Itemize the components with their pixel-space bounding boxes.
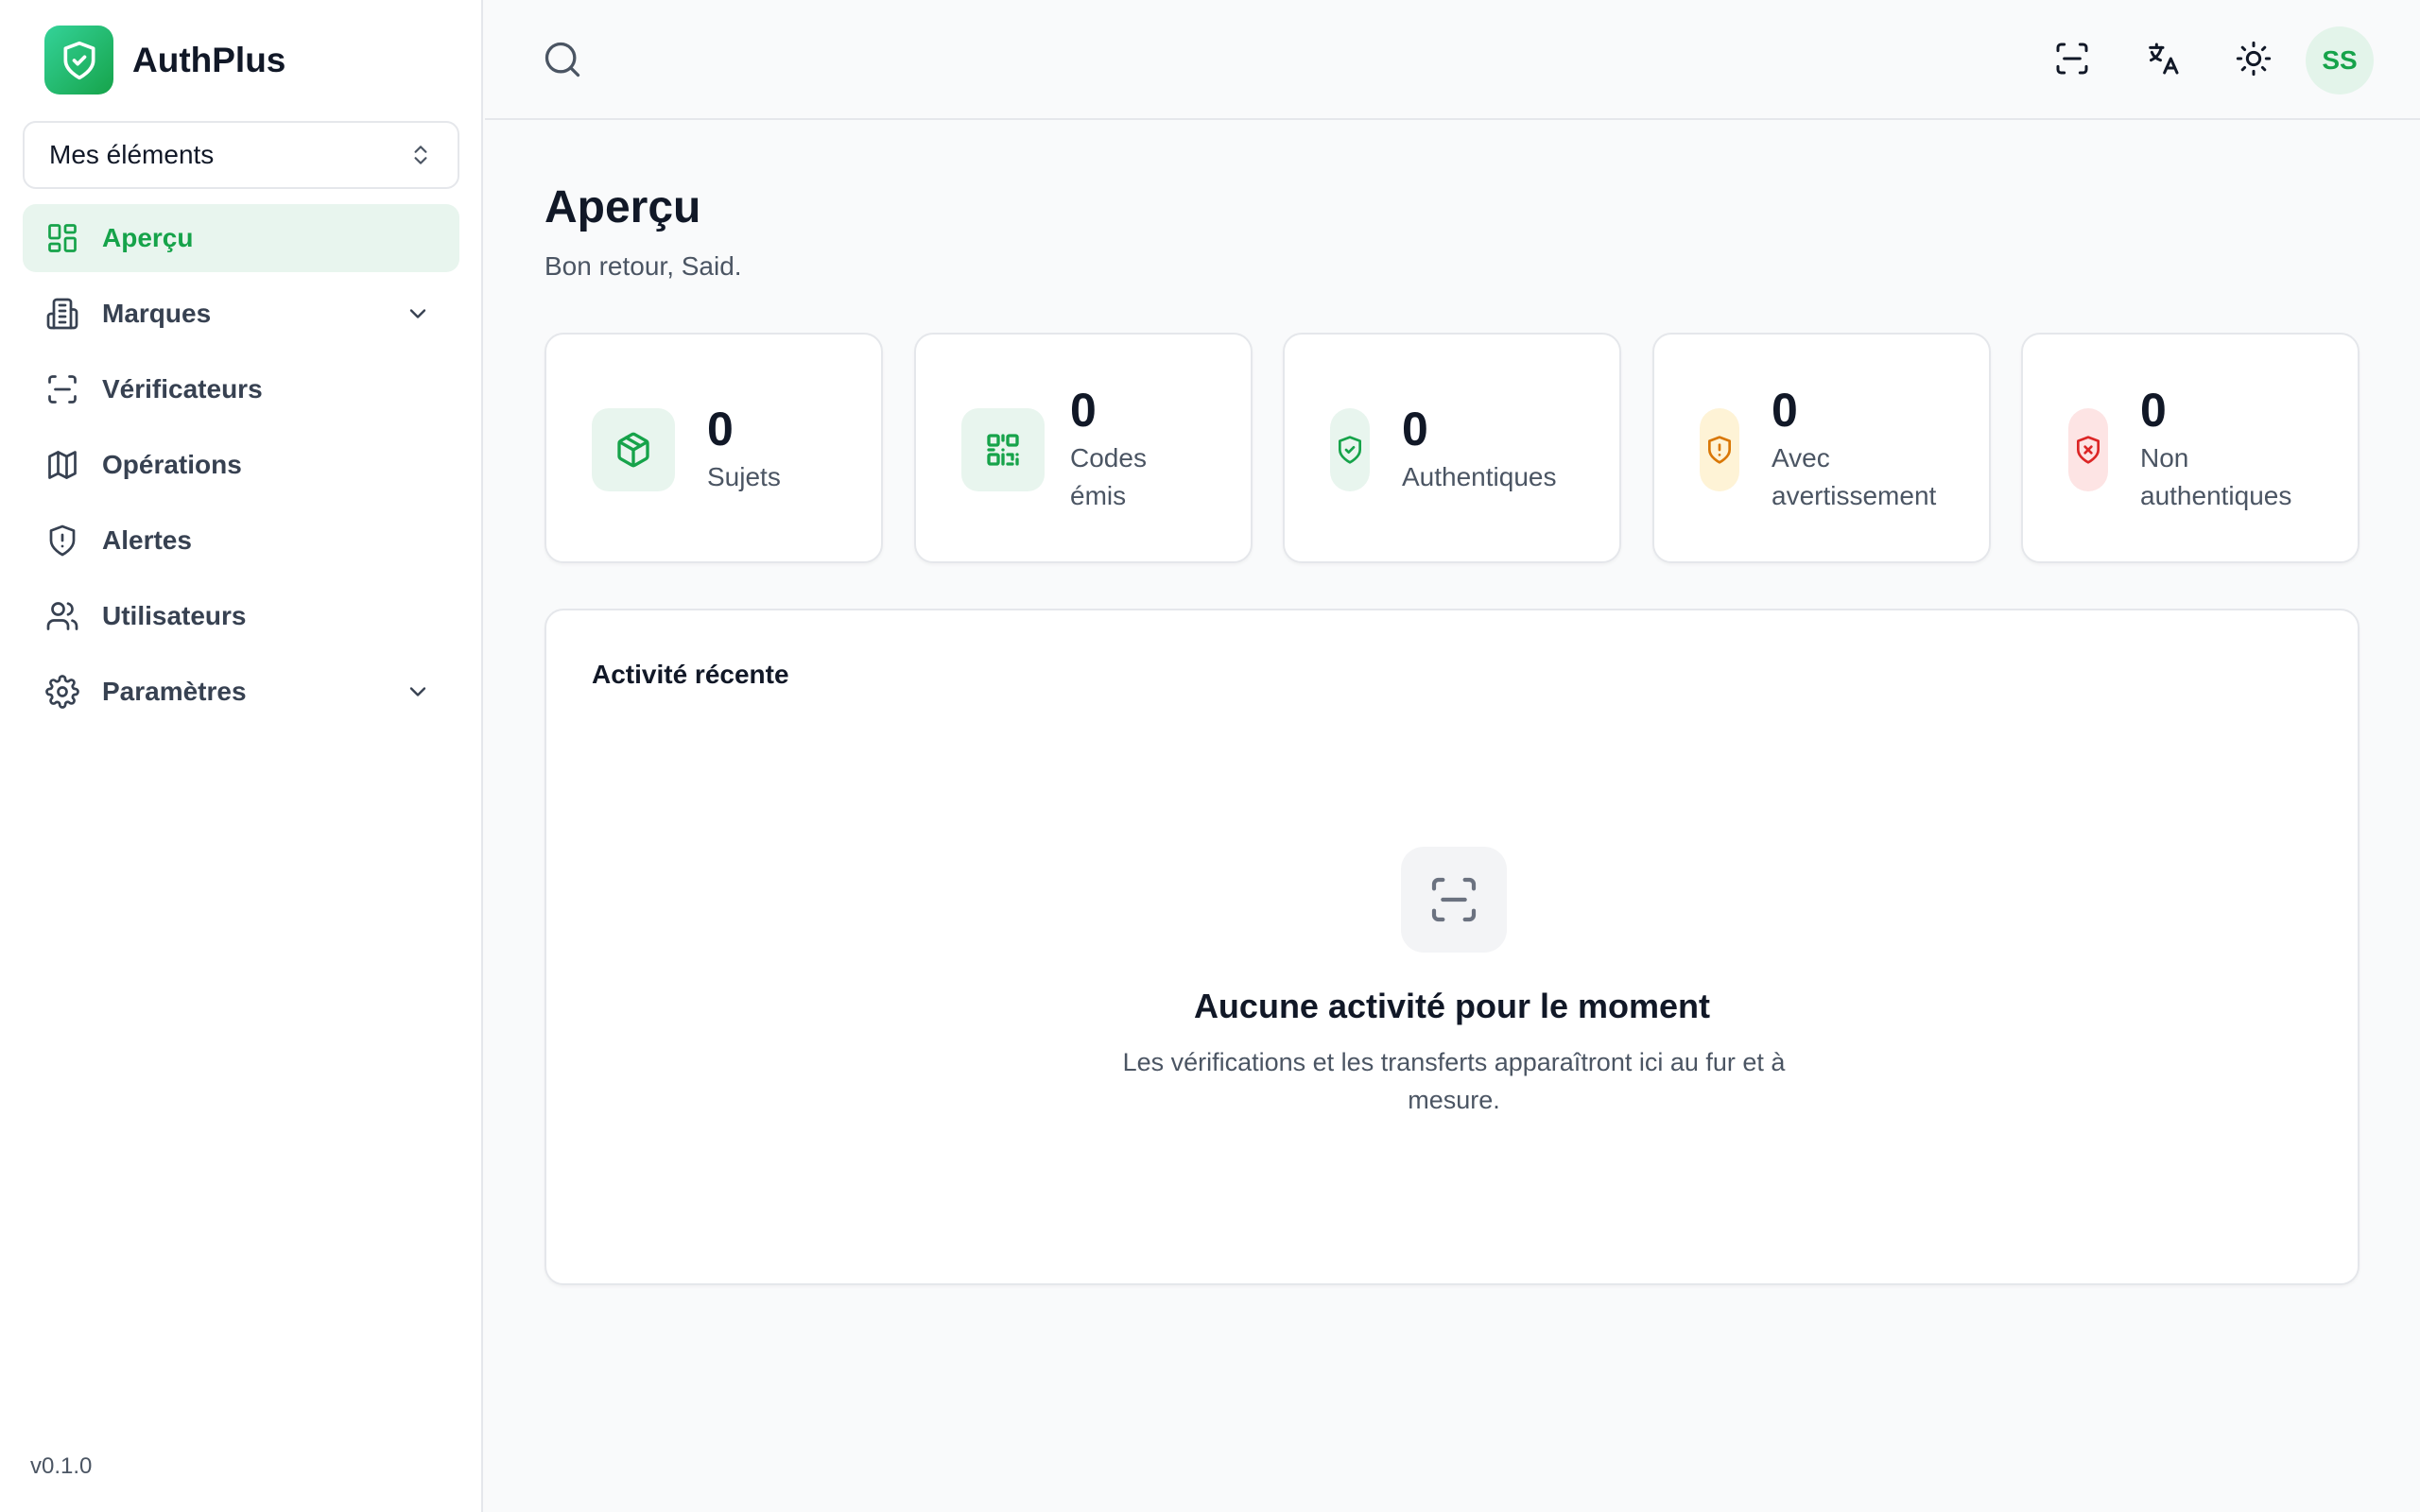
page-subtitle: Bon retour, Said. — [544, 251, 742, 281]
sidebar-item-label: Marques — [102, 299, 212, 328]
stat-label: Sujets — [707, 462, 781, 491]
shield-check-logo-icon — [44, 26, 113, 94]
search-icon[interactable] — [542, 39, 583, 80]
workspace-selector[interactable]: Mes éléments — [23, 121, 459, 189]
stat-text: 0 Sujets — [707, 335, 781, 565]
top-bar: SS — [485, 0, 2420, 120]
sidebar-item-parametres[interactable]: Paramètres — [23, 658, 459, 726]
workspace-label: Mes éléments — [49, 140, 215, 169]
users-icon — [45, 599, 79, 633]
chevron-down-icon[interactable] — [405, 301, 431, 327]
sidebar-item-apercu[interactable]: Aperçu — [23, 204, 459, 272]
stat-card-avec-avertissement: 0 Avec avertissement — [1652, 333, 1991, 563]
stat-label: Authentiques — [1402, 462, 1557, 491]
scan-icon — [45, 372, 79, 406]
recent-activity-card: Activité récente Aucune activité pour le… — [544, 609, 2360, 1285]
sidebar-item-utilisateurs[interactable]: Utilisateurs — [23, 582, 459, 650]
scan-icon — [1401, 847, 1507, 953]
shield-alert-icon — [1700, 408, 1739, 491]
brand[interactable]: AuthPlus — [44, 26, 285, 94]
sidebar-item-label: Opérations — [102, 450, 242, 479]
stat-text: 0 Avec avertissement — [1772, 335, 1936, 565]
sidebar-item-label: Vérificateurs — [102, 374, 263, 404]
stat-value: 0 — [1070, 384, 1097, 437]
package-icon — [592, 408, 675, 491]
app-version: v0.1.0 — [30, 1453, 93, 1479]
sidebar-item-alertes[interactable]: Alertes — [23, 507, 459, 575]
sun-icon[interactable] — [2235, 40, 2273, 77]
gear-icon — [45, 675, 79, 709]
stat-card-sujets: 0 Sujets — [544, 333, 883, 563]
avatar[interactable]: SS — [2306, 26, 2374, 94]
stat-text: 0 Codes émis — [1070, 335, 1147, 565]
sidebar-item-marques[interactable]: Marques — [23, 280, 459, 348]
activity-title: Activité récente — [592, 660, 789, 689]
stat-value: 0 — [2140, 384, 2167, 437]
stat-card-authentiques: 0 Authentiques — [1283, 333, 1621, 563]
brand-name: AuthPlus — [132, 40, 286, 79]
shield-alert-icon — [45, 524, 79, 558]
shield-x-icon — [2068, 408, 2108, 491]
stat-label: Non authentiques — [2140, 443, 2292, 510]
building-icon — [45, 297, 79, 331]
dashboard-icon — [45, 221, 79, 255]
stat-card-codes-emis: 0 Codes émis — [914, 333, 1253, 563]
sidebar-item-label: Paramètres — [102, 677, 247, 706]
chevrons-up-down-icon — [408, 143, 433, 167]
scan-icon[interactable] — [2053, 40, 2091, 77]
sidebar-item-verificateurs[interactable]: Vérificateurs — [23, 355, 459, 423]
sidebar-nav: Aperçu Marques Vérificateurs Opérations … — [23, 204, 459, 733]
stat-value: 0 — [1772, 384, 1798, 437]
translate-icon[interactable] — [2144, 40, 2182, 77]
stat-label: Avec avertissement — [1772, 443, 1937, 510]
empty-state-title: Aucune activité pour le moment — [1193, 987, 1711, 1025]
sidebar-item-operations[interactable]: Opérations — [23, 431, 459, 499]
stat-label: Codes émis — [1070, 443, 1147, 510]
shield-check-icon — [1330, 408, 1370, 491]
stat-text: 0 Non authentiques — [2140, 335, 2291, 565]
qr-code-icon — [961, 408, 1045, 491]
sidebar-item-label: Alertes — [102, 525, 192, 555]
empty-state-description: Les vérifications et les transferts appa… — [1122, 1048, 1786, 1114]
map-icon — [45, 448, 79, 482]
stat-value: 0 — [707, 403, 734, 455]
page-title: Aperçu — [544, 182, 701, 232]
stat-value: 0 — [1402, 403, 1428, 455]
stat-text: 0 Authentiques — [1402, 335, 1556, 565]
sidebar-item-label: Aperçu — [102, 223, 194, 252]
stat-card-non-authentiques: 0 Non authentiques — [2021, 333, 2360, 563]
sidebar-item-label: Utilisateurs — [102, 601, 247, 630]
chevron-down-icon[interactable] — [405, 679, 431, 705]
sidebar: AuthPlus Mes éléments Aperçu Marques Vér… — [0, 0, 483, 1512]
